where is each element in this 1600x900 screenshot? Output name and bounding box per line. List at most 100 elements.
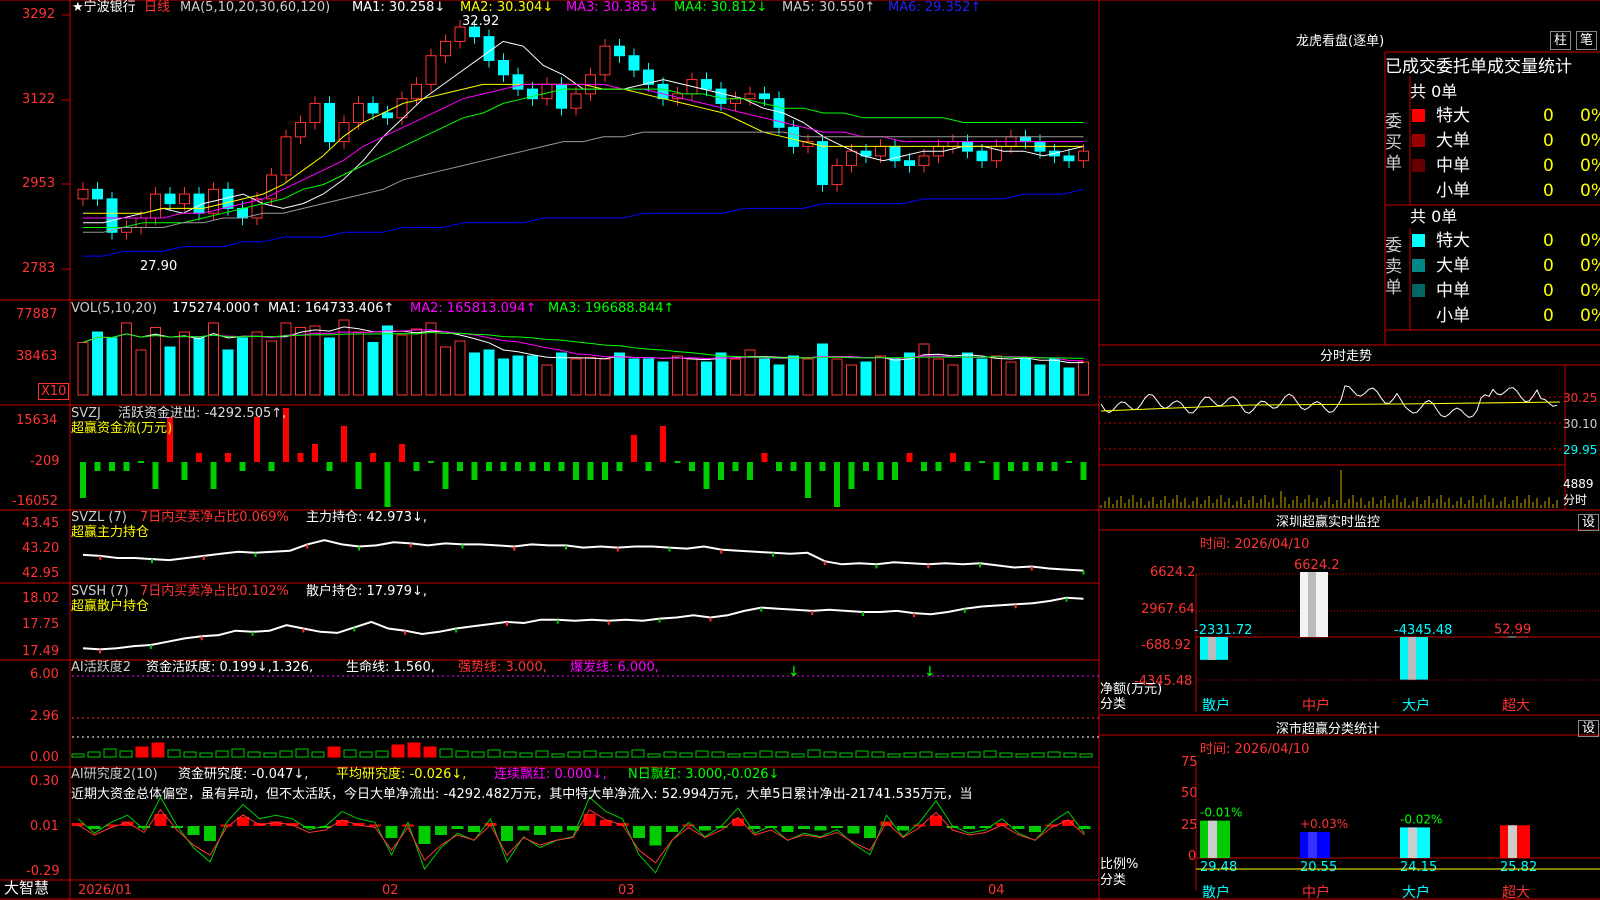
volume-bar — [1020, 358, 1031, 396]
flow-bar — [442, 462, 449, 489]
flow-bar — [616, 462, 623, 471]
bar-highlight — [1508, 825, 1517, 858]
monitor-settings-button[interactable]: 设 — [1578, 514, 1600, 531]
candle-body — [353, 102, 364, 124]
volume-bar — [701, 361, 712, 396]
research-bar — [1029, 826, 1041, 832]
active-bar — [423, 746, 437, 758]
flow-bar — [964, 462, 971, 471]
svsh-ytick: 18.02 — [22, 591, 60, 606]
vol-value: 175274.000↑ — [172, 301, 262, 316]
flow-bar — [776, 462, 782, 471]
volume-bar — [193, 337, 205, 396]
volume-bar — [164, 346, 176, 396]
chart-canvas: ↓ ↓ -2331.72 散户 6624.2 中户 -4345.48 大户 52.99 超大 29.… — [0, 0, 1600, 900]
classify-time: 时间: 2026/04/10 — [1200, 742, 1310, 757]
volume-bar — [686, 358, 698, 396]
flow-bar — [689, 462, 695, 471]
vol-unit: X10 — [38, 383, 70, 400]
flow-bar — [341, 426, 347, 462]
buy-side-label: 委买单 — [1385, 112, 1402, 174]
active-bar — [247, 751, 261, 758]
flow-bar — [254, 417, 260, 462]
active-bar — [951, 752, 965, 758]
volume-bar — [295, 327, 306, 396]
volume-bar — [802, 358, 814, 396]
sell-row-label: 特大 — [1436, 231, 1470, 251]
candle-body — [1078, 150, 1089, 162]
period-label[interactable]: 日线 — [144, 0, 170, 15]
active-bar — [439, 748, 453, 758]
sell-swatch — [1412, 284, 1425, 297]
lhb-detail-button[interactable]: 笔 — [1576, 31, 1598, 50]
active-bar — [1047, 751, 1061, 758]
lhb-header: 已成交委托单成交量统计 — [1385, 57, 1572, 77]
active-bar — [215, 750, 229, 758]
flow-bar — [1008, 462, 1014, 471]
research-bar — [814, 826, 827, 831]
classify-ytick: 50 — [1181, 786, 1198, 801]
buy-swatch — [1412, 159, 1425, 172]
candle-body — [831, 164, 843, 186]
candle-body — [614, 45, 625, 57]
research-bar — [435, 826, 447, 835]
monitor-ylabel: 净额(万元) — [1100, 682, 1163, 697]
flow-bar — [877, 462, 884, 480]
ai-research-streak: 连续飘红: 0.000↓, — [494, 767, 607, 782]
active-bar — [583, 750, 597, 758]
research-bar — [468, 826, 480, 832]
active-bar — [855, 750, 869, 758]
ma5-label: MA5: 30.550↑ — [782, 0, 876, 15]
buy-row-percent: 0% — [1580, 106, 1600, 126]
research-bar — [699, 826, 711, 831]
intraday-vol-unit: 分时 — [1563, 493, 1588, 507]
svsh-extra: 散户持仓: 17.979↓, — [306, 584, 428, 599]
ma6-label: MA6: 29.352↑ — [888, 0, 982, 15]
intraday-avg-line — [1100, 401, 1561, 412]
flow-bar — [892, 462, 898, 480]
candle-body — [875, 145, 886, 157]
active-bar — [103, 748, 117, 758]
candle-body — [324, 102, 335, 143]
bar-highlight — [1208, 637, 1216, 660]
ai-research-ytick: -0.29 — [26, 864, 60, 879]
flow-bar — [109, 462, 115, 471]
candle-body — [512, 74, 524, 90]
ma4-label: MA4: 30.812↓ — [674, 0, 768, 15]
volume-bar — [382, 325, 393, 396]
research-line — [77, 796, 1085, 874]
active-bar — [503, 751, 517, 758]
lhb-bar-button[interactable]: 柱 — [1550, 31, 1572, 50]
flow-bar — [268, 462, 275, 471]
active-bar — [119, 750, 133, 758]
active-bar — [967, 751, 981, 758]
classify-settings-button[interactable]: 设 — [1578, 720, 1600, 737]
flow-bar — [457, 462, 463, 471]
candle-body — [498, 59, 509, 76]
net-amount-label: -4345.48 — [1394, 623, 1452, 638]
active-bar — [231, 748, 245, 758]
intraday-ytick: 30.25 — [1563, 391, 1598, 405]
candle-body — [396, 98, 408, 119]
active-bar — [823, 751, 837, 758]
ratio-value: 25.82 — [1500, 860, 1537, 875]
candle-body — [77, 188, 89, 200]
flow-bar — [297, 453, 304, 462]
svzl-ytick: 43.45 — [22, 516, 60, 531]
bar-highlight — [1208, 820, 1217, 858]
down-arrow-icon: ↓ — [788, 664, 800, 680]
active-bar — [183, 751, 197, 758]
candle-body — [150, 193, 161, 219]
active-bar — [151, 742, 165, 758]
flow-bar — [399, 444, 405, 462]
active-bar — [455, 750, 469, 758]
candle-body — [628, 55, 640, 71]
ratio-value: 24.15 — [1400, 860, 1437, 875]
active-bar — [135, 746, 149, 758]
price-ytick: 2953 — [22, 176, 56, 191]
x-tick: 02 — [382, 883, 399, 898]
ai-research-label: AI研究度2(10) — [71, 767, 158, 782]
volume-bar — [947, 364, 959, 396]
ratio-change: -0.01% — [1200, 806, 1242, 820]
flow-bar — [1051, 462, 1058, 471]
